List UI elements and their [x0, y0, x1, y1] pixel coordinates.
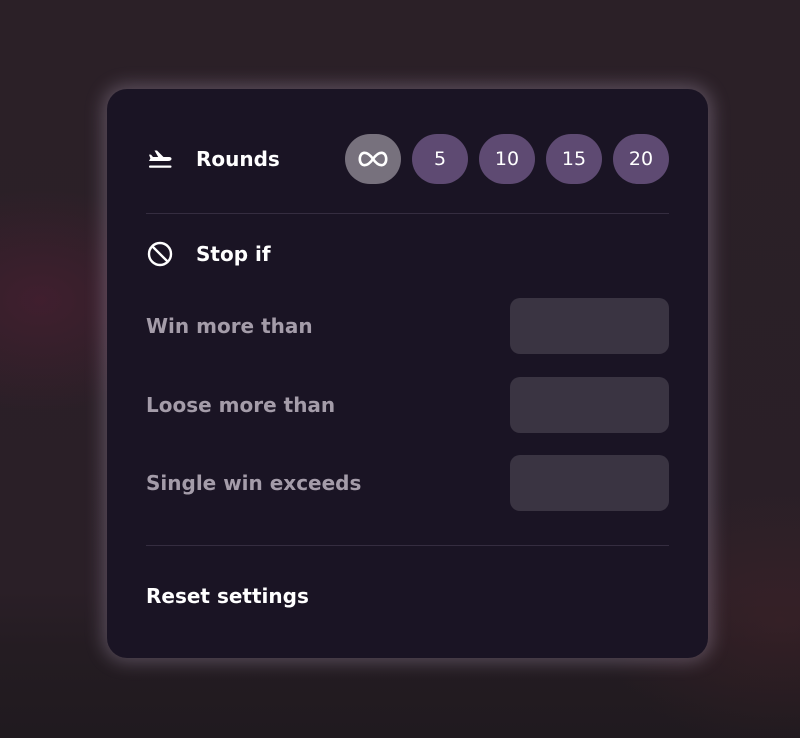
round-option-infinite-button[interactable] [345, 134, 401, 184]
stop-if-section: Stop if [146, 239, 669, 269]
reset-settings-button[interactable]: Reset settings [146, 584, 309, 608]
round-options: 5 10 15 20 [345, 134, 669, 184]
round-option-20-button[interactable]: 20 [613, 134, 669, 184]
single-win-exceeds-input[interactable] [510, 455, 669, 511]
win-more-than-label: Win more than [146, 314, 313, 338]
condition-row-single-win-exceeds: Single win exceeds [146, 455, 669, 511]
reset-section: Reset settings [146, 581, 669, 611]
prohibited-icon [146, 240, 174, 268]
rounds-section: Rounds 5 10 15 20 [146, 133, 669, 185]
divider [146, 213, 669, 214]
infinity-icon [358, 151, 388, 167]
single-win-exceeds-label: Single win exceeds [146, 471, 362, 495]
round-option-15-button[interactable]: 15 [546, 134, 602, 184]
divider [146, 545, 669, 546]
condition-row-win-more-than: Win more than [146, 298, 669, 354]
condition-row-loose-more-than: Loose more than [146, 377, 669, 433]
round-option-10-button[interactable]: 10 [479, 134, 535, 184]
round-option-5-button[interactable]: 5 [412, 134, 468, 184]
loose-more-than-input[interactable] [510, 377, 669, 433]
stop-if-label: Stop if [196, 242, 271, 266]
airplane-takeoff-icon [146, 145, 174, 173]
loose-more-than-label: Loose more than [146, 393, 336, 417]
autoplay-settings-panel: Rounds 5 10 15 20 Stop if Win more than [107, 89, 708, 658]
rounds-label: Rounds [196, 147, 280, 171]
win-more-than-input[interactable] [510, 298, 669, 354]
